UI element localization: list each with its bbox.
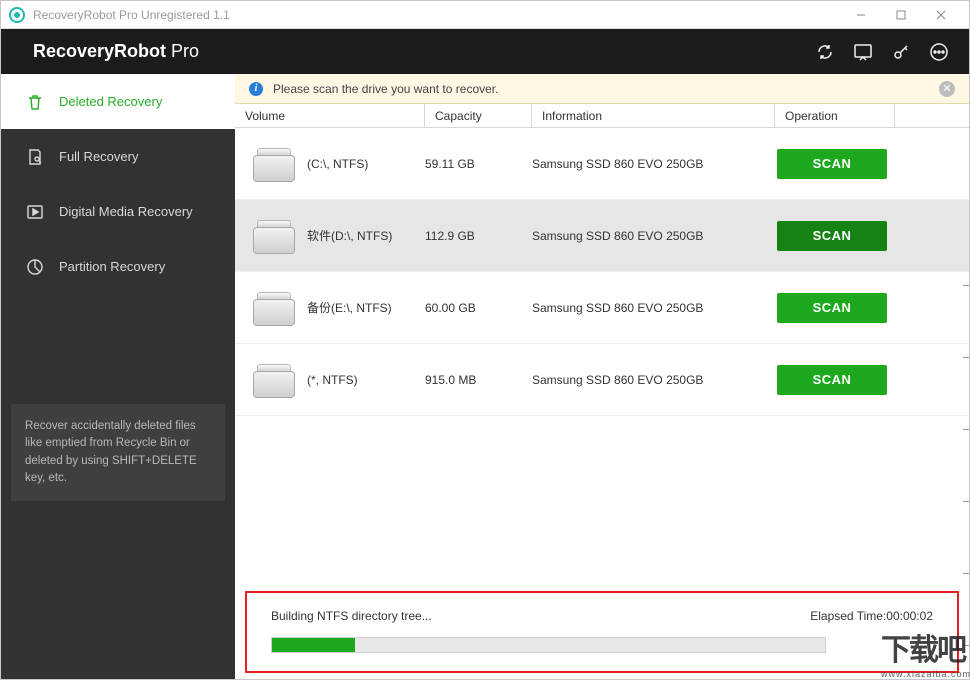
volume-name: (C:\, NTFS) (307, 157, 425, 171)
refresh-icon[interactable] (815, 42, 835, 62)
notice-text: Please scan the drive you want to recove… (273, 82, 498, 96)
document-search-icon (25, 147, 45, 167)
partition-icon (25, 257, 45, 277)
sidebar-item-label: Digital Media Recovery (59, 204, 193, 219)
volume-list: (C:\, NTFS) 59.11 GB Samsung SSD 860 EVO… (235, 128, 969, 416)
col-capacity[interactable]: Capacity (425, 104, 532, 127)
drive-icon (253, 218, 295, 254)
sidebar-item-deleted-recovery[interactable]: Deleted Recovery (1, 74, 235, 129)
drive-icon (253, 362, 295, 398)
scan-button[interactable]: SCAN (777, 149, 887, 179)
scan-button[interactable]: SCAN (777, 365, 887, 395)
brand: RecoveryRobot Pro (33, 41, 815, 62)
volume-info: Samsung SSD 860 EVO 250GB (532, 157, 772, 171)
progress-panel: Building NTFS directory tree... Elapsed … (245, 591, 959, 673)
col-volume[interactable]: Volume (235, 104, 425, 127)
volume-name: 备份(E:\, NTFS) (307, 299, 425, 316)
sidebar-item-full-recovery[interactable]: Full Recovery (1, 129, 235, 184)
close-button[interactable] (921, 1, 961, 29)
volume-row[interactable]: 软件(D:\, NTFS) 112.9 GB Samsung SSD 860 E… (235, 200, 969, 272)
more-icon[interactable] (929, 42, 949, 62)
feedback-icon[interactable] (853, 42, 873, 62)
window-controls (841, 1, 961, 29)
window-titlebar: RecoveryRobot Pro Unregistered 1.1 (1, 1, 969, 29)
sidebar-item-label: Partition Recovery (59, 259, 165, 274)
column-header: Volume Capacity Information Operation (235, 104, 969, 128)
volume-row[interactable]: 备份(E:\, NTFS) 60.00 GB Samsung SSD 860 E… (235, 272, 969, 344)
scan-button[interactable]: SCAN (777, 221, 887, 251)
volume-capacity: 60.00 GB (425, 301, 532, 315)
trash-icon (25, 92, 45, 112)
info-icon: i (249, 82, 263, 96)
app-header: RecoveryRobot Pro (1, 29, 969, 74)
drive-icon (253, 146, 295, 182)
volume-info: Samsung SSD 860 EVO 250GB (532, 301, 772, 315)
brand-strong: RecoveryRobot (33, 41, 166, 61)
brand-light: Pro (166, 41, 199, 61)
progress-bar (271, 637, 826, 653)
volume-name: (*, NTFS) (307, 373, 425, 387)
volume-capacity: 112.9 GB (425, 229, 532, 243)
sidebar-tip: Recover accidentally deleted files like … (11, 404, 225, 501)
drive-icon (253, 290, 295, 326)
elapsed-label: Elapsed Time: (810, 609, 886, 623)
volume-row[interactable]: (C:\, NTFS) 59.11 GB Samsung SSD 860 EVO… (235, 128, 969, 200)
sidebar-item-digital-media[interactable]: Digital Media Recovery (1, 184, 235, 239)
volume-capacity: 59.11 GB (425, 157, 532, 171)
play-icon (25, 202, 45, 222)
key-icon[interactable] (891, 42, 911, 62)
notice-bar: i Please scan the drive you want to reco… (235, 74, 969, 104)
volume-info: Samsung SSD 860 EVO 250GB (532, 229, 772, 243)
volume-capacity: 915.0 MB (425, 373, 532, 387)
col-information[interactable]: Information (532, 104, 775, 127)
main-area: Deleted Recovery Full Recovery Digital M… (1, 74, 969, 679)
sidebar-item-partition-recovery[interactable]: Partition Recovery (1, 239, 235, 294)
minimize-button[interactable] (841, 1, 881, 29)
sidebar: Deleted Recovery Full Recovery Digital M… (1, 74, 235, 679)
progress-status: Building NTFS directory tree... (271, 609, 810, 623)
app-icon (9, 7, 25, 23)
volume-info: Samsung SSD 860 EVO 250GB (532, 373, 772, 387)
sidebar-item-label: Deleted Recovery (59, 94, 162, 109)
sidebar-item-label: Full Recovery (59, 149, 138, 164)
scan-button[interactable]: SCAN (777, 293, 887, 323)
elapsed-value: 00:00:02 (886, 609, 933, 623)
progress-fill (272, 638, 355, 652)
col-operation[interactable]: Operation (775, 104, 895, 127)
maximize-button[interactable] (881, 1, 921, 29)
volume-row[interactable]: (*, NTFS) 915.0 MB Samsung SSD 860 EVO 2… (235, 344, 969, 416)
notice-close-icon[interactable]: ✕ (939, 81, 955, 97)
col-spacer (895, 104, 969, 127)
header-actions (815, 42, 949, 62)
content-pane: i Please scan the drive you want to reco… (235, 74, 969, 679)
volume-name: 软件(D:\, NTFS) (307, 227, 425, 244)
window-title: RecoveryRobot Pro Unregistered 1.1 (33, 8, 841, 22)
